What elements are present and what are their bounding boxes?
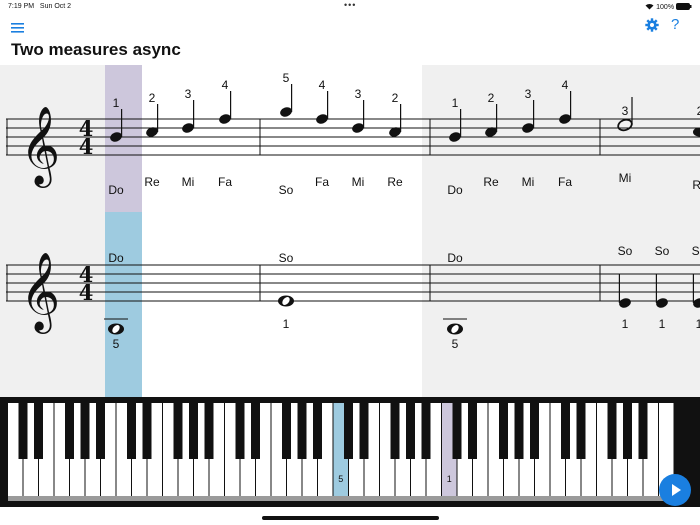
finger-number: 3 [185, 87, 192, 101]
piano-black-key [390, 403, 400, 459]
note-name: Re [387, 175, 403, 189]
finger-number: 1 [659, 317, 666, 331]
piano-black-key [189, 403, 198, 459]
piano-black-key [127, 403, 136, 459]
piano-black-key [235, 403, 245, 459]
note-name: Do [108, 251, 124, 265]
finger-number: 1 [622, 317, 629, 331]
note-name: Re [692, 178, 700, 192]
key-label: 1 [447, 474, 452, 484]
note-name: Re [483, 175, 499, 189]
piano-black-key [607, 403, 617, 459]
finger-number: 2 [149, 91, 156, 105]
finger-number: 2 [697, 104, 700, 118]
piano-black-key [623, 403, 632, 459]
piano-black-key [80, 403, 90, 459]
note-name: Mi [522, 175, 535, 189]
home-indicator [262, 516, 439, 520]
key-label: 5 [338, 474, 343, 484]
finger-number: 5 [113, 337, 120, 351]
piano-black-key [530, 403, 539, 459]
finger-number: 2 [488, 91, 495, 105]
time-signature-bottom: 4 [79, 134, 94, 159]
finger-number: 3 [525, 87, 532, 101]
piano-black-key [638, 403, 648, 459]
piano-black-key [452, 403, 462, 459]
finger-number: 4 [222, 78, 229, 92]
finger-number: 1 [452, 96, 459, 110]
note-name: Fa [315, 175, 329, 189]
piano-black-key [65, 403, 74, 459]
note-name: Mi [619, 171, 632, 185]
play-icon [672, 484, 681, 496]
piano-black-key [561, 403, 570, 459]
treble-clef-icon: 𝄞 [20, 252, 60, 334]
finger-number: 5 [283, 71, 290, 85]
key-shadow-strip [8, 496, 675, 501]
finger-number: 1 [283, 317, 290, 331]
piano-black-key [282, 403, 291, 459]
piano-black-key [204, 403, 214, 459]
piano-black-key [297, 403, 307, 459]
piano-keyboard[interactable]: 51 [0, 397, 700, 507]
finger-number: 3 [622, 104, 629, 118]
piano-black-key [96, 403, 105, 459]
finger-number: 2 [392, 91, 399, 105]
piano-black-key [344, 403, 353, 459]
note-name: Fa [558, 175, 572, 189]
note-name: So [692, 244, 700, 258]
piano-black-key [421, 403, 431, 459]
play-button[interactable] [659, 474, 691, 506]
current-beat-highlight-bottom [105, 212, 142, 397]
piano-black-key [359, 403, 369, 459]
note-name: Do [447, 183, 463, 197]
note-name: Do [108, 183, 124, 197]
note-name: Re [144, 175, 160, 189]
note-name: Mi [352, 175, 365, 189]
sheet-music: 𝄞 44𝄞 44 1Do2Re3Mi4Fa5So4Fa3Mi2Re1Do2Re3Mi… [0, 65, 700, 397]
piano-black-key [576, 403, 586, 459]
piano-black-key [18, 403, 28, 459]
note-name: So [618, 244, 633, 258]
finger-number: 1 [113, 96, 120, 110]
piano-black-key [406, 403, 415, 459]
note-name: Mi [182, 175, 195, 189]
note-name: Fa [218, 175, 232, 189]
piano-black-key [34, 403, 43, 459]
time-signature-bottom: 4 [79, 280, 94, 305]
finger-number: 5 [452, 337, 459, 351]
note-name: So [655, 244, 670, 258]
note-name: So [279, 183, 294, 197]
finger-number: 4 [319, 78, 326, 92]
piano-black-key [173, 403, 183, 459]
piano-black-key [142, 403, 152, 459]
note-name: So [279, 251, 294, 265]
treble-clef-icon: 𝄞 [20, 106, 60, 188]
piano-black-key [251, 403, 260, 459]
piano-black-key [499, 403, 508, 459]
note-name: Do [447, 251, 463, 265]
finger-number: 1 [696, 317, 700, 331]
finger-number: 4 [562, 78, 569, 92]
piano-black-key [468, 403, 477, 459]
piano-black-key [514, 403, 524, 459]
piano-black-key [313, 403, 322, 459]
finger-number: 3 [355, 87, 362, 101]
